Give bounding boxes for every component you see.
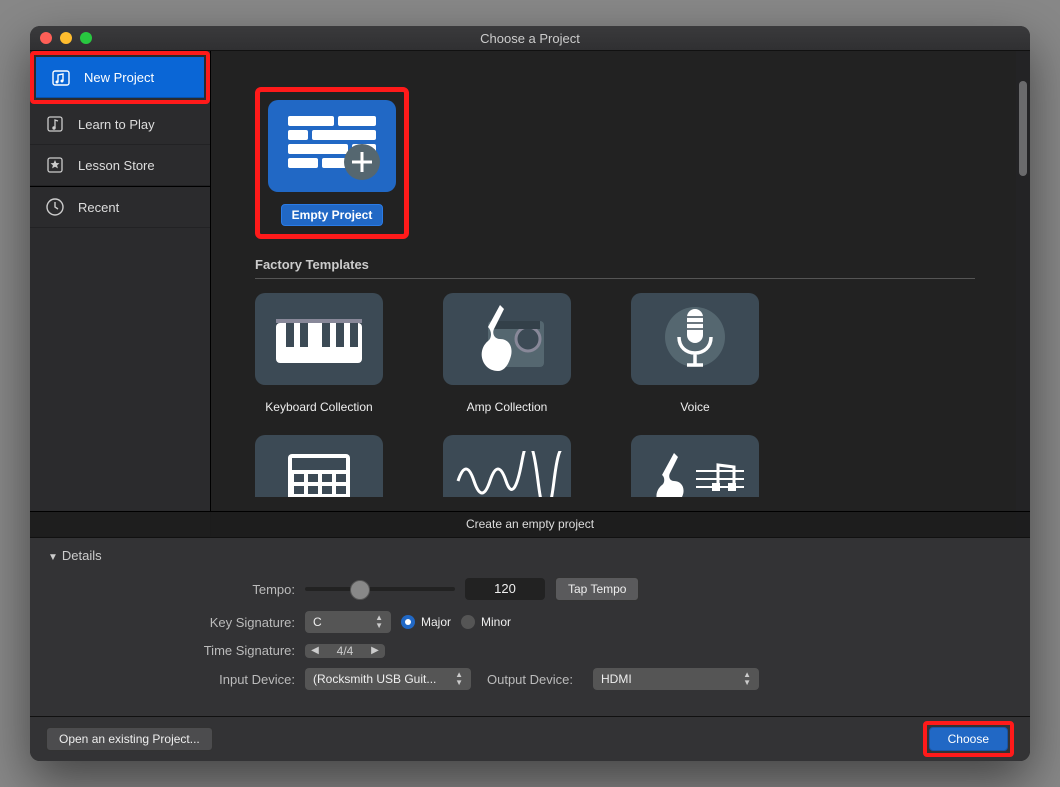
template-empty-project[interactable]: Empty Project <box>268 100 396 226</box>
close-icon[interactable] <box>40 32 52 44</box>
radio-on-icon <box>401 615 415 629</box>
star-icon <box>44 154 66 176</box>
section-factory-templates: Factory Templates <box>255 257 975 279</box>
project-chooser-window: Choose a Project New Project Learn to Pl… <box>30 26 1030 761</box>
details-disclosure[interactable]: Details <box>48 548 1012 563</box>
choose-button[interactable]: Choose <box>929 727 1008 751</box>
sidebar-item-label: Lesson Store <box>78 158 155 173</box>
waveform-icon <box>452 451 562 497</box>
amp-guitar-icon <box>452 299 562 379</box>
zoom-icon[interactable] <box>80 32 92 44</box>
sidebar-item-learn-to-play[interactable]: Learn to Play <box>30 104 210 145</box>
titlebar: Choose a Project <box>30 26 1030 51</box>
details-panel: Details Tempo: 120 Tap Tempo Key Signatu… <box>30 537 1030 716</box>
chevron-right-icon[interactable]: ▶ <box>365 645 385 656</box>
sidebar: New Project Learn to Play Lesson Store <box>30 51 211 536</box>
sidebar-item-label: New Project <box>84 70 154 85</box>
template-partial-1[interactable] <box>255 435 383 497</box>
input-device-select[interactable]: (Rocksmith USB Guit...▲▼ <box>305 668 471 690</box>
template-label: Keyboard Collection <box>255 397 382 417</box>
output-device-select[interactable]: HDMI▲▼ <box>593 668 759 690</box>
template-label: Empty Project <box>281 204 384 226</box>
sidebar-item-label: Learn to Play <box>78 117 155 132</box>
input-device-label: Input Device: <box>145 672 305 687</box>
template-voice[interactable]: Voice <box>631 293 759 417</box>
key-label: Key Signature: <box>145 615 305 630</box>
scrollbar[interactable] <box>1016 51 1030 536</box>
sidebar-item-lesson-store[interactable]: Lesson Store <box>30 145 210 186</box>
template-label: Amp Collection <box>457 397 558 417</box>
tracks-icon <box>282 110 382 182</box>
scrollbar-thumb[interactable] <box>1019 81 1027 176</box>
template-partial-2[interactable] <box>443 435 571 497</box>
tap-tempo-button[interactable]: Tap Tempo <box>555 577 639 601</box>
note-icon <box>44 113 66 135</box>
key-minor-radio[interactable]: Minor <box>461 615 511 629</box>
sidebar-item-recent[interactable]: Recent <box>30 186 210 228</box>
sidebar-item-label: Recent <box>78 200 119 215</box>
template-amp-collection[interactable]: Amp Collection <box>443 293 571 417</box>
chevron-left-icon[interactable]: ◀ <box>305 645 325 656</box>
tempo-value[interactable]: 120 <box>465 578 545 600</box>
minimize-icon[interactable] <box>60 32 72 44</box>
key-select[interactable]: C▲▼ <box>305 611 391 633</box>
template-partial-3[interactable] <box>631 435 759 497</box>
window-title: Choose a Project <box>30 31 1030 46</box>
template-keyboard-collection[interactable]: Keyboard Collection <box>255 293 383 417</box>
footer: Open an existing Project... Choose <box>30 716 1030 761</box>
key-major-radio[interactable]: Major <box>401 615 451 629</box>
output-device-label: Output Device: <box>487 672 583 687</box>
sidebar-item-new-project[interactable]: New Project <box>36 57 204 98</box>
guitar-notes-icon <box>640 451 750 497</box>
template-browser: Empty Project Factory Templates Keyboard… <box>211 51 1030 536</box>
slider-knob[interactable] <box>350 580 370 600</box>
tempo-label: Tempo: <box>145 582 305 597</box>
time-label: Time Signature: <box>145 643 305 658</box>
template-label: Voice <box>670 397 719 417</box>
tempo-slider[interactable] <box>305 587 455 591</box>
time-signature-stepper[interactable]: ◀4/4▶ <box>305 644 385 658</box>
drum-machine-icon <box>274 446 364 497</box>
microphone-icon <box>645 299 745 379</box>
template-hint: Create an empty project <box>30 511 1030 537</box>
open-existing-button[interactable]: Open an existing Project... <box>46 727 213 751</box>
radio-off-icon <box>461 615 475 629</box>
clock-icon <box>44 196 66 218</box>
music-project-icon <box>50 66 72 88</box>
piano-icon <box>264 303 374 375</box>
window-controls <box>40 32 92 44</box>
